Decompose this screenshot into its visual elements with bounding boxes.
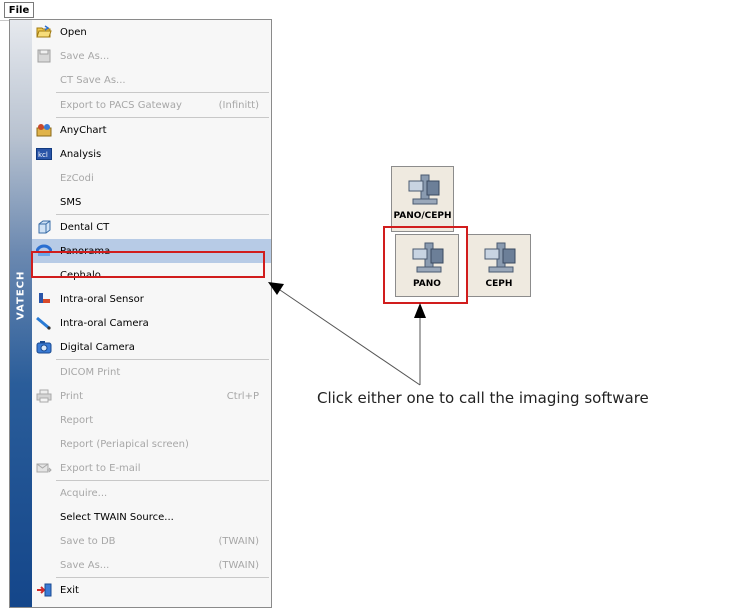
instruction-caption: Click either one to call the imaging sof… — [317, 389, 649, 407]
callout-arrows — [268, 282, 426, 386]
